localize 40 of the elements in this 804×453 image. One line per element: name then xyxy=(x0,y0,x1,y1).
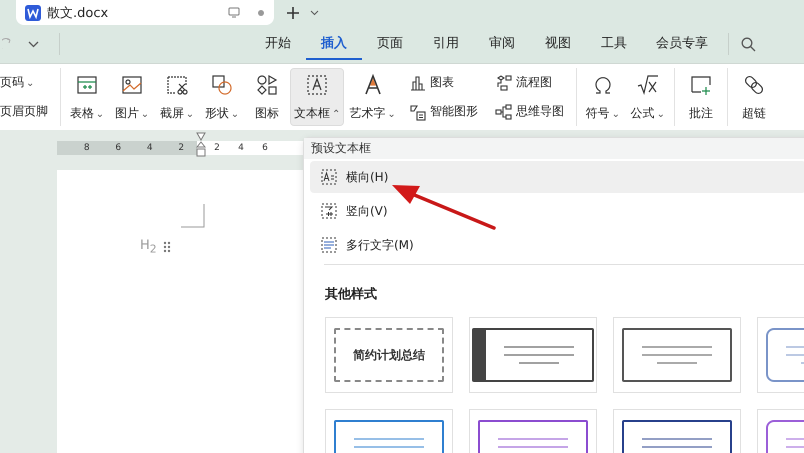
ribbon-button[interactable]: 图片 ⌄ xyxy=(110,68,154,126)
ruler-number: 4 xyxy=(238,143,244,153)
ribbon-button[interactable]: 批注 xyxy=(678,68,723,126)
menu-item[interactable]: 横向(H) xyxy=(310,161,804,193)
ribbon-button[interactable]: 截屏 ⌄ xyxy=(155,68,199,126)
ribbon-button[interactable]: 流程图 xyxy=(494,74,564,92)
document-tab[interactable]: 散文.docx xyxy=(16,0,274,25)
ribbon-button[interactable]: 表格 ⌄ xyxy=(65,68,109,126)
menu-tab[interactable]: 工具 xyxy=(586,28,642,60)
menu-item[interactable]: 竖向(V) xyxy=(310,195,804,227)
ruler-number: 2 xyxy=(214,143,220,153)
menu-item[interactable]: 多行文字(M) xyxy=(310,229,804,261)
ribbon-button[interactable]: 页眉页脚 xyxy=(0,103,56,120)
ribbon-button[interactable]: 超链 xyxy=(732,68,776,126)
template-thumbnail[interactable]: 简约计划总结 xyxy=(325,317,453,393)
ribbon-button[interactable]: 思维导图 xyxy=(494,102,564,120)
ribbon-button[interactable]: 文本框 ⌃ xyxy=(290,68,344,126)
menu-tab[interactable]: 引用 xyxy=(418,28,474,60)
dropdown-header: 预设文本框 xyxy=(304,138,804,159)
menu-tab[interactable]: 审阅 xyxy=(474,28,530,60)
menu-tab[interactable]: 视图 xyxy=(530,28,586,60)
menu-tab[interactable]: 开始 xyxy=(250,28,306,60)
menu-tab[interactable]: 插入 xyxy=(306,28,362,60)
ruler-number: 8 xyxy=(84,143,90,153)
ruler-number: 2 xyxy=(178,143,184,153)
ruler-number: 6 xyxy=(115,143,122,153)
ribbon-button[interactable]: 图标 xyxy=(245,68,289,126)
menu-tab[interactable]: 页面 xyxy=(362,28,418,60)
ribbon-button[interactable]: 符号 ⌄ xyxy=(580,68,625,126)
ruler-number: 4 xyxy=(146,143,153,153)
ribbon-button[interactable]: 艺术字 ⌄ xyxy=(345,68,400,126)
ribbon-button[interactable]: 页码 ⌄ xyxy=(0,74,56,91)
ruler-number: 6 xyxy=(262,143,268,153)
menu-tab[interactable]: 会员专享 xyxy=(642,28,722,60)
document-title: 散文.docx xyxy=(47,4,110,22)
ribbon-button[interactable]: 智能图形 xyxy=(408,102,478,120)
ribbon-button[interactable]: 图表 xyxy=(408,74,478,92)
section-title: 其他样式 xyxy=(325,286,378,303)
ribbon-button[interactable]: 公式 ⌄ xyxy=(626,68,670,126)
ribbon-button[interactable]: 形状 ⌄ xyxy=(200,68,244,126)
